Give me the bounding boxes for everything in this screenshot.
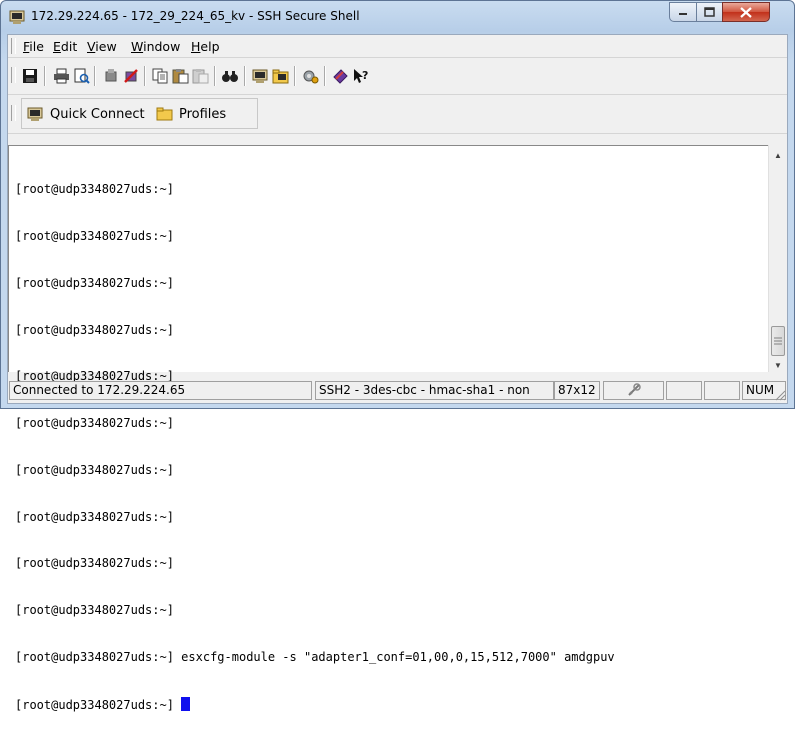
terminal-line: [root@udp3348027uds:~] [15,322,174,337]
scroll-down-arrow-icon[interactable]: ▼ [769,357,787,374]
terminal-lines: [root@udp3348027uds:~] [root@udp3348027u… [15,151,615,745]
ssh-terminal-icon[interactable] [9,9,25,25]
toolbar-separator [144,66,146,86]
resize-grip-icon[interactable] [774,388,786,406]
vertical-scrollbar[interactable]: ▲ ▼ [768,145,787,372]
quickbar-grip[interactable] [11,105,16,121]
save-icon[interactable] [21,67,39,85]
status-encryption [603,381,664,400]
toolbar-separator [324,66,326,86]
maximize-icon [704,7,715,17]
new-terminal-icon[interactable] [251,67,269,85]
toolbar-separator [94,66,96,86]
status-terminal-size: 87x12 [554,381,600,400]
menu-file[interactable]: File [23,39,44,54]
quick-connect-label: Quick Connect [50,106,145,122]
settings-icon[interactable] [301,67,319,85]
close-session-icon[interactable] [122,67,140,85]
paste-disabled-icon[interactable] [191,67,209,85]
terminal-cursor [181,696,191,711]
minimize-button[interactable] [669,2,697,22]
window-title: 172.29.224.65 - 172_29_224_65_kv - SSH S… [31,9,360,23]
menu-bar: File Edit View Window Help [8,35,787,58]
terminal-line: [root@udp3348027uds:~] [15,603,174,618]
toolbar-separator [244,66,246,86]
toolbar: ? [8,58,787,95]
terminal-line: [root@udp3348027uds:~] esxcfg-module -s … [15,650,615,664]
maximize-button[interactable] [696,2,723,22]
menu-window[interactable]: Window [131,39,180,54]
close-button[interactable] [722,2,770,22]
status-connection: Connected to 172.29.224.65 [9,381,312,400]
paste-icon[interactable] [171,67,189,85]
terminal-output[interactable]: [root@udp3348027uds:~] [root@udp3348027u… [8,145,768,712]
disconnect-icon[interactable] [102,67,120,85]
profiles-button[interactable]: Profiles [156,101,226,127]
print-preview-icon[interactable] [72,67,90,85]
menu-edit[interactable]: Edit [53,39,77,54]
status-bar: Connected to 172.29.224.65 SSH2 - 3des-c… [8,378,787,403]
whats-this-help-icon[interactable]: ? [351,67,369,85]
menu-help[interactable]: Help [191,39,220,54]
menubar-grip[interactable] [11,38,16,54]
status-empty-1 [666,381,702,400]
terminal-line: [root@udp3348027uds:~] [15,182,174,197]
terminal-line: [root@udp3348027uds:~] [15,416,174,431]
folder-icon [156,107,173,121]
toolbar-separator [214,66,216,86]
terminal-line: [root@udp3348027uds:~] [15,509,174,524]
menu-view[interactable]: View [87,39,117,54]
toolbar-separator [294,66,296,86]
print-icon[interactable] [52,67,70,85]
quick-connect-icon [27,106,44,122]
terminal-line: [root@udp3348027uds:~] [15,556,174,571]
scroll-thumb[interactable] [771,326,785,356]
encryption-icon [627,383,641,397]
status-empty-2 [704,381,740,400]
terminal-line: [root@udp3348027uds:~] [15,228,174,243]
toolbar-separator [44,66,46,86]
terminal-prompt-line: [root@udp3348027uds:~] [15,696,615,714]
svg-text:?: ? [362,69,368,82]
quick-connect-button[interactable]: Quick Connect [27,101,145,127]
copy-icon[interactable] [151,67,169,85]
terminal-line: [root@udp3348027uds:~] [15,275,174,290]
status-cipher: SSH2 - 3des-cbc - hmac-sha1 - non [315,381,554,400]
close-x-icon [740,6,752,18]
ssh-window: 172.29.224.65 - 172_29_224_65_kv - SSH S… [0,0,795,712]
terminal-line: [root@udp3348027uds:~] [15,462,174,477]
client-area: File Edit View Window Help ? Quick Conne… [7,34,788,712]
new-file-transfer-icon[interactable] [271,67,289,85]
quick-connect-bar: Quick Connect Profiles [8,95,787,134]
scroll-up-arrow-icon[interactable]: ▲ [769,147,787,164]
terminal-prompt: [root@udp3348027uds:~] [15,697,182,712]
title-bar[interactable]: 172.29.224.65 - 172_29_224_65_kv - SSH S… [1,1,794,33]
minimize-icon [679,13,687,15]
find-icon[interactable] [221,67,239,85]
toolbar-grip[interactable] [11,67,16,83]
profiles-label: Profiles [179,106,227,122]
profile-book-icon[interactable] [331,67,349,85]
